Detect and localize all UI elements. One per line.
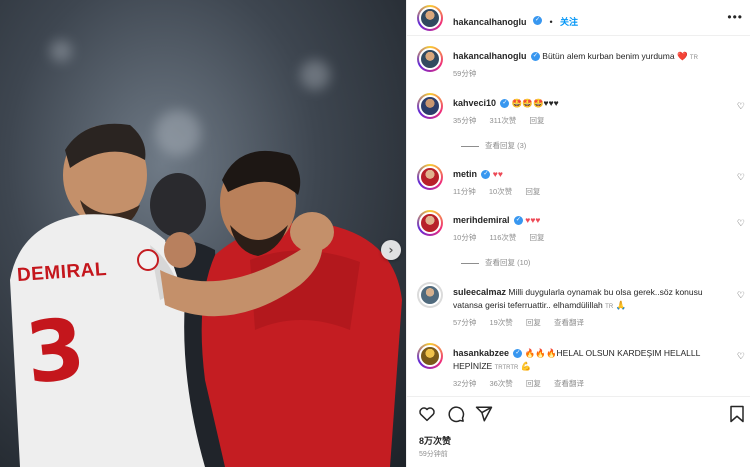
avatar[interactable] <box>417 282 443 308</box>
avatar[interactable] <box>417 343 443 369</box>
comment-meta: 35分钟 311次赞 回复 <box>453 115 556 126</box>
comment-icon[interactable] <box>447 405 465 423</box>
comment-likes[interactable]: 19次赞 <box>489 318 512 327</box>
next-arrow-icon[interactable]: › <box>381 240 401 260</box>
comment-body: merihdemiral ✓ ♥♥♥ <box>453 214 723 227</box>
avatar[interactable] <box>417 93 443 119</box>
heart-icon[interactable]: ♡ <box>737 172 745 183</box>
comment-emoji: 🙏 <box>615 300 627 310</box>
likes-count[interactable]: 8万次赞 <box>419 434 451 447</box>
comment-time: 35分钟 <box>453 116 477 125</box>
follow-button[interactable]: 关注 <box>560 17 578 27</box>
translate-button[interactable]: 查看翻译 <box>554 318 584 327</box>
comment-body: kahveci10 ✓ 🤩🤩🤩♥♥♥ <box>453 97 723 110</box>
caption-text: Bütün alem kurban benim yurduma <box>542 51 675 61</box>
comment-username[interactable]: suleecalmaz <box>453 287 506 297</box>
more-icon[interactable]: ••• <box>727 10 743 24</box>
caption-time: 59分钟 <box>453 69 477 78</box>
heart-icon[interactable]: ♡ <box>737 101 745 112</box>
reply-button[interactable]: 回复 <box>526 379 541 388</box>
view-replies-button[interactable]: 查看回复 (3) <box>485 140 526 151</box>
comment-username[interactable]: merihdemiral <box>453 215 510 225</box>
post-actions: 8万次赞 59分钟前 <box>407 396 750 466</box>
post-side-panel: hakancalhanoglu ✓ • 关注 ••• hakancalhanog… <box>406 0 750 467</box>
comment-likes[interactable]: 311次赞 <box>489 116 516 125</box>
comment-username[interactable]: hasankabzee <box>453 348 509 358</box>
comment-tr: TRTRTR <box>494 365 519 371</box>
comment-meta: 57分钟 19次赞 回复 查看翻译 <box>453 317 595 328</box>
caption-tr: TR <box>689 55 698 61</box>
comment-text: 🤩🤩🤩♥♥♥ <box>511 98 559 108</box>
comment-time: 11分钟 <box>453 187 476 196</box>
post-time: 59分钟前 <box>419 451 448 458</box>
avatar[interactable] <box>417 46 443 72</box>
avatar[interactable] <box>417 210 443 236</box>
bookmark-icon[interactable] <box>729 405 745 423</box>
heart-icon[interactable]: ♡ <box>737 218 745 229</box>
comment-likes[interactable]: 116次赞 <box>489 233 516 242</box>
jersey-number: 3 <box>21 299 90 403</box>
share-icon[interactable] <box>475 405 493 423</box>
heart-icon[interactable]: ♡ <box>737 351 745 362</box>
reply-button[interactable]: 回复 <box>530 116 545 125</box>
post-header: hakancalhanoglu ✓ • 关注 ••• <box>407 0 750 36</box>
translate-button[interactable]: 查看翻译 <box>554 379 584 388</box>
caption-username[interactable]: hakancalhanoglu <box>453 51 527 61</box>
comment-username[interactable]: metin <box>453 169 477 179</box>
comment-emoji: 💪 <box>520 361 532 371</box>
comment-username[interactable]: kahveci10 <box>453 98 496 108</box>
verified-icon: ✓ <box>513 349 523 359</box>
caption-meta: 59分钟 <box>453 68 487 79</box>
verified-icon: ✓ <box>500 99 510 109</box>
verified-icon: ✓ <box>513 216 523 226</box>
verified-icon: ✓ <box>481 170 491 180</box>
header-username[interactable]: hakancalhanoglu <box>453 17 527 27</box>
heart-icon[interactable]: ♡ <box>737 290 745 301</box>
comment-tr: TR <box>605 304 614 310</box>
caption-emoji: ❤️ <box>676 51 688 61</box>
heart-icon[interactable] <box>418 405 436 423</box>
comment-likes[interactable]: 10次赞 <box>489 187 512 196</box>
comment-time: 32分钟 <box>453 379 477 388</box>
comment-text: ♥♥♥ <box>525 215 541 225</box>
header-user: hakancalhanoglu ✓ • 关注 <box>453 12 578 30</box>
verified-icon: ✓ <box>532 16 542 26</box>
comment-body: metin ✓ ♥♥ <box>453 168 723 181</box>
reply-button[interactable]: 回复 <box>526 318 541 327</box>
reply-button[interactable]: 回复 <box>525 187 540 196</box>
view-replies-button[interactable]: 查看回复 (10) <box>485 257 530 268</box>
reply-button[interactable]: 回复 <box>530 233 545 242</box>
comment-body: suleecalmaz Milli duygularla oynamak bu … <box>453 286 723 314</box>
comment-meta: 10分钟 116次赞 回复 <box>453 232 556 243</box>
comment-time: 57分钟 <box>453 318 477 327</box>
comments-list: hakancalhanoglu ✓ Bütün alem kurban beni… <box>407 37 750 393</box>
avatar[interactable] <box>417 164 443 190</box>
comment-time: 10分钟 <box>453 233 477 242</box>
separator-dot: • <box>549 17 553 27</box>
verified-icon: ✓ <box>530 52 540 62</box>
post-photo[interactable]: DEMIRAL 3 › <box>0 0 406 467</box>
comment-text: ♥♥ <box>492 169 503 179</box>
comment-body: hasankabzee ✓ 🔥🔥🔥HELAL OLSUN KARDEŞIM HE… <box>453 347 715 375</box>
comment-likes[interactable]: 36次赞 <box>489 379 512 388</box>
avatar[interactable] <box>417 5 443 31</box>
comment-meta: 32分钟 36次赞 回复 查看翻译 <box>453 378 595 389</box>
comment-meta: 11分钟 10次赞 回复 <box>453 186 551 197</box>
caption-body: hakancalhanoglu ✓ Bütün alem kurban beni… <box>453 50 723 65</box>
